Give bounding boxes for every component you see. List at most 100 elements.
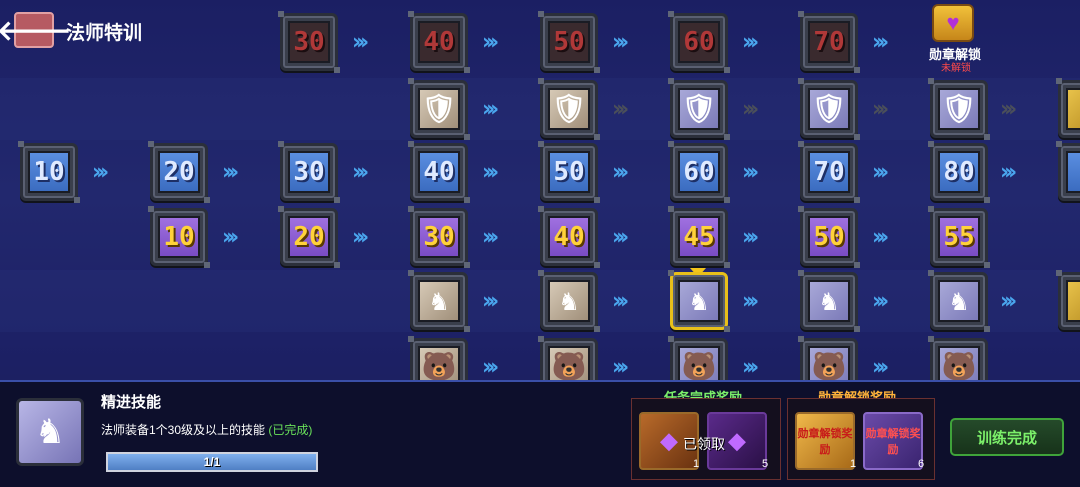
shield-icon: 🛡: [941, 92, 977, 125]
arrows: ›››: [352, 30, 369, 55]
node-purple-50[interactable]: 50: [798, 206, 860, 268]
node-knight-selected[interactable]: ♞: [668, 270, 730, 332]
node-shield-bronze[interactable]: 🛡: [408, 78, 470, 140]
node-blue-20[interactable]: 20: [148, 141, 210, 203]
node-shield-silver[interactable]: 🛡: [928, 78, 990, 140]
arrows: ›››: [612, 289, 629, 314]
node-purple-10[interactable]: 10: [148, 206, 210, 268]
skill-knight-icon: ♞: [16, 398, 84, 466]
node-blue-10[interactable]: 10: [18, 141, 80, 203]
skill-name: 精进技能: [101, 394, 162, 411]
arrows: ›››: [482, 30, 499, 55]
node-shield-silver[interactable]: 🛡: [668, 78, 730, 140]
node-knight-bronze[interactable]: ♞: [538, 270, 600, 332]
arrows: ›››: [482, 225, 499, 250]
arrows: ›››: [872, 355, 889, 380]
arrows: ›››: [352, 225, 369, 250]
arrows: ›››: [872, 160, 889, 185]
arrows: ›››: [222, 225, 239, 250]
arrows: ›››: [352, 160, 369, 185]
knight-icon: ♞: [820, 284, 838, 317]
medal-reward-item[interactable]: 勋章解锁奖励: [795, 412, 855, 470]
arrows: ›››: [872, 289, 889, 314]
bear-icon: 🐻: [681, 350, 717, 383]
shield-icon: 🛡: [811, 92, 847, 125]
node-purple-45[interactable]: 45: [668, 206, 730, 268]
node-shield-gold[interactable]: [1056, 78, 1080, 138]
node-blue-50[interactable]: 50: [538, 141, 600, 203]
back-button[interactable]: 🡐: [0, 12, 72, 48]
arrows: ›››: [482, 289, 499, 314]
arrows: ›››: [872, 225, 889, 250]
arrows: ›››: [742, 355, 759, 380]
arrows: ›››: [482, 160, 499, 185]
reward-count: 6: [918, 458, 925, 470]
reward-count: 1: [850, 458, 857, 470]
knight-icon: ♞: [690, 284, 708, 317]
node-purple-20[interactable]: 20: [278, 206, 340, 268]
node-shield-silver[interactable]: 🛡: [798, 78, 860, 140]
arrow-left-icon: 🡐: [0, 15, 72, 46]
arrows: ›››: [222, 160, 239, 185]
progress-text: 1/1: [203, 455, 221, 469]
node-blue-60[interactable]: 60: [668, 141, 730, 203]
arrows: ›››: [482, 355, 499, 380]
node-dark-50[interactable]: 50: [538, 11, 600, 73]
arrows: ›››: [872, 30, 889, 55]
node-blue-70[interactable]: 70: [798, 141, 860, 203]
bear-icon: 🐻: [941, 350, 977, 383]
page-title: 法师特训: [66, 23, 143, 44]
node-purple-40[interactable]: 40: [538, 206, 600, 268]
claimed-label: 已领取: [683, 436, 725, 452]
arrows: ›››: [1000, 97, 1017, 122]
arrows: ›››: [482, 97, 499, 122]
arrows: ›››: [1000, 160, 1017, 185]
knight-icon: ♞: [560, 284, 578, 317]
node-blue-next[interactable]: [1056, 141, 1080, 201]
node-dark-30[interactable]: 30: [278, 11, 340, 73]
knight-icon: ♞: [950, 284, 968, 317]
node-knight-silver[interactable]: ♞: [798, 270, 860, 332]
medal-reward-item[interactable]: 勋章解锁奖励: [863, 412, 923, 470]
progress-bar: 1/1: [106, 452, 318, 472]
node-dark-60[interactable]: 60: [668, 11, 730, 73]
arrows: ›››: [612, 160, 629, 185]
bear-icon: 🐻: [421, 350, 457, 383]
reward-count: 1: [693, 458, 700, 470]
bear-icon: 🐻: [551, 350, 587, 383]
node-dark-40[interactable]: 40: [408, 11, 470, 73]
node-purple-30[interactable]: 30: [408, 206, 470, 268]
shield-icon: 🛡: [551, 92, 587, 125]
medal-icon[interactable]: ♥: [932, 4, 974, 42]
skill-status: (已完成): [268, 423, 313, 437]
arrows: ›››: [612, 30, 629, 55]
arrows: ›››: [742, 97, 759, 122]
train-complete-button[interactable]: 训练完成: [950, 418, 1064, 456]
arrows: ›››: [742, 30, 759, 55]
knight-icon: ♞: [430, 284, 448, 317]
arrows: ›››: [742, 289, 759, 314]
node-blue-80[interactable]: 80: [928, 141, 990, 203]
skill-description: 法师装备1个30级及以上的技能 (已完成): [101, 423, 313, 437]
shield-icon: 🛡: [421, 92, 457, 125]
node-knight-gold[interactable]: [1056, 270, 1080, 330]
arrows: ›››: [612, 355, 629, 380]
medal-status: 未解锁: [941, 63, 971, 74]
shield-icon: 🛡: [681, 92, 717, 125]
reward-count: 5: [762, 458, 769, 470]
arrows: ›››: [872, 97, 889, 122]
node-blue-30[interactable]: 30: [278, 141, 340, 203]
arrows: ›››: [1000, 289, 1017, 314]
arrows: ›››: [612, 97, 629, 122]
arrows: ›››: [612, 225, 629, 250]
node-blue-40[interactable]: 40: [408, 141, 470, 203]
node-knight-bronze[interactable]: ♞: [408, 270, 470, 332]
node-knight-silver[interactable]: ♞: [928, 270, 990, 332]
arrows: ›››: [742, 160, 759, 185]
bear-icon: 🐻: [811, 350, 847, 383]
node-shield-bronze[interactable]: 🛡: [538, 78, 600, 140]
arrows: ›››: [92, 160, 109, 185]
node-purple-55[interactable]: 55: [928, 206, 990, 268]
arrows: ›››: [742, 225, 759, 250]
node-dark-70[interactable]: 70: [798, 11, 860, 73]
